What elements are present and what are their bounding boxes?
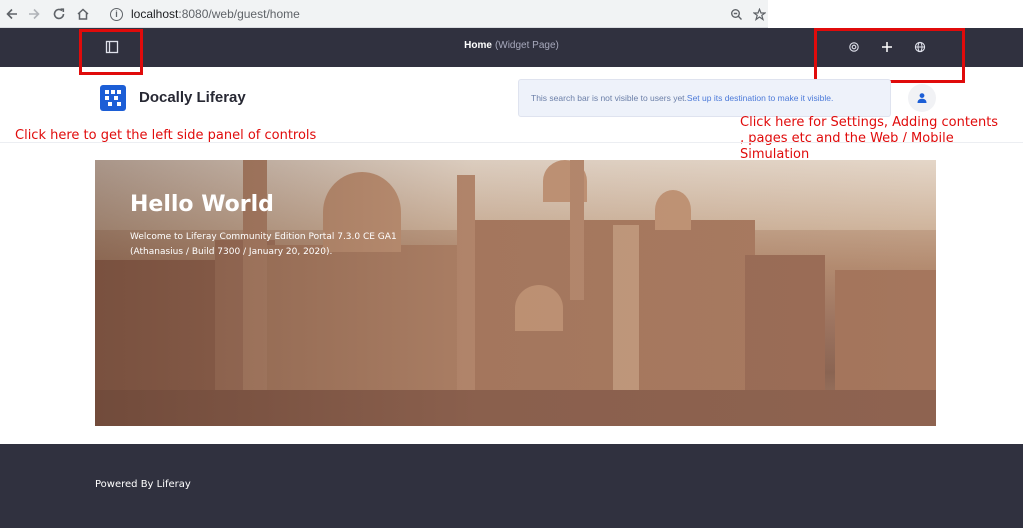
left-panel-highlight-box	[79, 29, 143, 75]
banner-heading: Hello World	[130, 192, 274, 217]
hero-banner: Hello World Welcome to Liferay Community…	[95, 160, 936, 426]
url-host: localhost	[131, 7, 179, 21]
site-name[interactable]: Docally Liferay	[139, 89, 246, 106]
address-bar[interactable]: i localhost:8080/web/guest/home	[100, 3, 770, 25]
info-icon[interactable]: i	[110, 7, 123, 21]
user-icon	[917, 93, 927, 103]
welcome-line-1: Welcome to Liferay Community Edition Por…	[130, 232, 397, 242]
site-logo[interactable]	[100, 85, 126, 111]
magnifier-icon[interactable]	[726, 4, 746, 24]
header-divider	[0, 142, 1023, 143]
home-icon[interactable]	[73, 4, 93, 24]
star-icon[interactable]	[749, 4, 769, 24]
forward-icon[interactable]	[24, 4, 44, 24]
back-icon[interactable]	[2, 4, 22, 24]
settings-annotation-line1: Click here for Settings, Adding contents	[740, 115, 999, 130]
welcome-line-2: (Athanasius / Build 7300 / January 20, 2…	[130, 247, 333, 257]
search-notice-link[interactable]: Set up its destination to make it visibl…	[687, 93, 833, 103]
settings-annotation-line2: , pages etc and the Web / Mobile	[740, 131, 954, 146]
settings-highlight-box	[814, 28, 965, 83]
browser-toolbar: i localhost:8080/web/guest/home	[0, 0, 1023, 28]
site-footer: Powered By Liferay	[0, 444, 1023, 528]
page-title-text: Home	[464, 40, 492, 51]
user-avatar-button[interactable]	[908, 84, 936, 112]
footer-text: Powered By Liferay	[95, 479, 191, 490]
banner-welcome-text: Welcome to Liferay Community Edition Por…	[130, 230, 440, 260]
search-bar-notice: This search bar is not visible to users …	[518, 79, 891, 117]
toolbar-cover	[768, 0, 1023, 28]
url-path: :8080/web/guest/home	[178, 7, 300, 21]
reload-icon[interactable]	[49, 4, 69, 24]
search-notice-text: This search bar is not visible to users …	[531, 93, 687, 103]
page-subtitle: (Widget Page)	[494, 40, 559, 51]
